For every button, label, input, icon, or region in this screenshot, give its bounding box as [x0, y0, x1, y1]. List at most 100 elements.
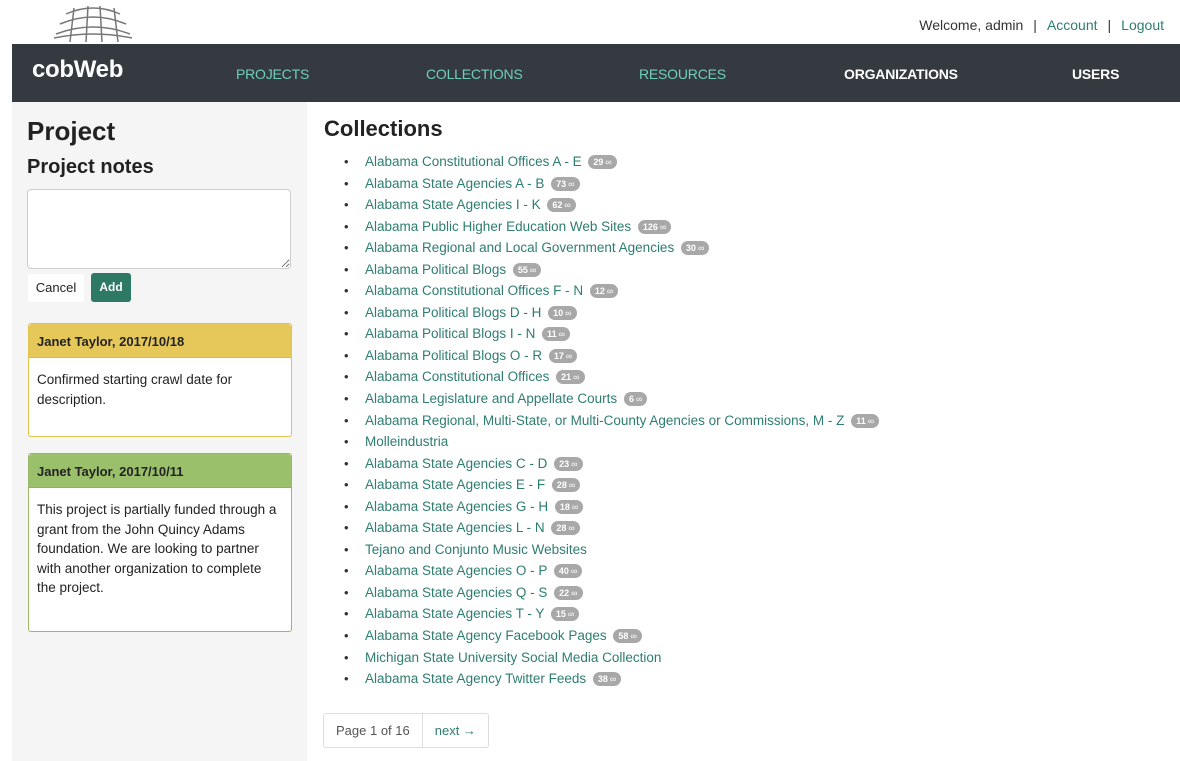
list-item: Alabama Constitutional Offices 21∞: [344, 368, 879, 390]
add-button[interactable]: Add: [91, 273, 131, 302]
collection-link[interactable]: Alabama State Agencies E - F: [365, 477, 545, 492]
list-item: Michigan State University Social Media C…: [344, 649, 879, 671]
collection-link[interactable]: Alabama Political Blogs: [365, 262, 506, 277]
count-value: 11: [856, 415, 866, 426]
count-badge: 126 ∞: [637, 219, 672, 234]
count-badge: 6 ∞: [623, 392, 648, 407]
nav-organizations[interactable]: ORGANIZATIONS: [844, 66, 958, 82]
note-input[interactable]: [27, 189, 291, 269]
count-badge: 58 ∞: [613, 629, 642, 644]
link-icon: ∞: [609, 674, 617, 685]
link-icon: ∞: [568, 480, 576, 491]
nav-projects[interactable]: PROJECTS: [236, 66, 309, 82]
count-badge: 73 ∞: [551, 176, 580, 191]
link-icon: ∞: [564, 200, 571, 211]
link-icon: ∞: [867, 415, 875, 426]
count-badge: 62 ∞: [547, 198, 576, 213]
pagination: Page 1 of 16 next →: [323, 713, 489, 748]
count-value: 28: [556, 480, 567, 491]
count-value: 38: [597, 674, 608, 685]
collection-link[interactable]: Alabama State Agency Facebook Pages: [365, 628, 607, 643]
list-item: Alabama State Agency Facebook Pages 58∞: [344, 627, 879, 649]
count-badge: 28 ∞: [551, 521, 580, 536]
list-item: Alabama State Agencies C - D 23∞: [344, 455, 879, 477]
collection-link[interactable]: Tejano and Conjunto Music Websites: [365, 542, 587, 557]
account-link[interactable]: Account: [1047, 17, 1098, 33]
collection-link[interactable]: Alabama State Agencies T - Y: [365, 606, 544, 621]
collection-link[interactable]: Alabama State Agencies G - H: [365, 499, 548, 514]
list-item: Alabama Constitutional Offices F - N 12∞: [344, 282, 879, 304]
nav-users[interactable]: USERS: [1072, 66, 1119, 82]
note-card: Janet Taylor, 2017/10/11 This project is…: [28, 453, 292, 632]
collection-link[interactable]: Alabama Public Higher Education Web Site…: [365, 219, 631, 234]
collections-list: Alabama Constitutional Offices A - E 29∞…: [344, 153, 880, 692]
top-bar: Welcome, admin | Account | Logout: [0, 0, 1180, 44]
collection-link[interactable]: Alabama State Agencies O - P: [365, 563, 547, 578]
count-badge: 21 ∞: [556, 370, 585, 385]
collection-link[interactable]: Alabama State Agencies L - N: [365, 520, 545, 535]
count-value: 55: [517, 264, 528, 275]
nav-collections[interactable]: COLLECTIONS: [426, 66, 523, 82]
list-item: Alabama Political Blogs O - R 17∞: [344, 347, 879, 369]
collection-link[interactable]: Alabama Political Blogs D - H: [365, 305, 541, 320]
brand-logo[interactable]: cobWeb: [32, 56, 123, 84]
link-icon: ∞: [571, 458, 578, 469]
list-item: Alabama State Agencies T - Y 15∞: [344, 605, 879, 627]
count-value: 21: [561, 372, 572, 383]
list-item: Alabama Constitutional Offices A - E 29∞: [344, 153, 879, 175]
note-card: Janet Taylor, 2017/10/18 Confirmed start…: [28, 323, 292, 437]
nav-resources[interactable]: RESOURCES: [639, 66, 726, 82]
collection-link[interactable]: Alabama State Agencies I - K: [365, 197, 541, 212]
count-value: 22: [559, 587, 570, 598]
count-badge: 11 ∞: [542, 327, 571, 342]
web-logo-icon[interactable]: [50, 4, 136, 42]
note-text: Confirmed starting crawl date for descri…: [37, 372, 233, 407]
count-value: 23: [559, 458, 570, 469]
link-icon: ∞: [606, 286, 614, 297]
list-item: Alabama State Agencies L - N 28∞: [344, 519, 879, 541]
count-badge: 40 ∞: [553, 564, 583, 579]
collection-link[interactable]: Alabama State Agencies Q - S: [365, 585, 547, 600]
collection-link[interactable]: Alabama Political Blogs O - R: [365, 348, 542, 363]
next-page-button[interactable]: next →: [423, 714, 488, 747]
collection-link[interactable]: Alabama Constitutional Offices F - N: [365, 283, 583, 298]
link-icon: ∞: [573, 372, 580, 383]
cancel-button[interactable]: Cancel: [28, 274, 84, 302]
count-value: 11: [547, 329, 557, 340]
link-icon: ∞: [659, 221, 667, 232]
count-value: 40: [558, 566, 569, 577]
count-badge: 55 ∞: [512, 262, 542, 277]
collection-link[interactable]: Michigan State University Social Media C…: [365, 650, 661, 665]
count-value: 12: [594, 286, 605, 297]
count-value: 28: [556, 523, 567, 534]
collection-link[interactable]: Alabama Legislature and Appellate Courts: [365, 391, 617, 406]
count-value: 73: [556, 178, 567, 189]
collection-link[interactable]: Alabama Constitutional Offices: [365, 369, 549, 384]
collection-link[interactable]: Molleindustria: [365, 434, 448, 449]
collection-link[interactable]: Alabama Political Blogs I - N: [365, 326, 535, 341]
link-icon: ∞: [568, 523, 575, 534]
link-icon: ∞: [605, 157, 612, 167]
page-indicator: Page 1 of 16: [324, 714, 423, 747]
link-icon: ∞: [570, 566, 578, 577]
collection-link[interactable]: Alabama State Agencies A - B: [365, 176, 544, 191]
count-badge: 30 ∞: [680, 241, 710, 256]
link-icon: ∞: [558, 329, 566, 340]
list-item: Alabama Political Blogs D - H 10∞: [344, 304, 879, 326]
collection-link[interactable]: Alabama State Agency Twitter Feeds: [365, 671, 586, 686]
collection-link[interactable]: Alabama Regional, Multi-State, or Multi-…: [365, 413, 844, 428]
list-item: Alabama Political Blogs 55∞: [344, 261, 879, 283]
list-item: Alabama Regional and Local Government Ag…: [344, 239, 879, 261]
count-badge: 28 ∞: [551, 478, 581, 493]
count-badge: 17 ∞: [548, 348, 578, 363]
list-item: Alabama State Agencies E - F 28∞: [344, 476, 879, 498]
collection-link[interactable]: Alabama Constitutional Offices A - E: [365, 154, 582, 169]
separator: |: [1033, 17, 1037, 33]
link-icon: ∞: [571, 587, 578, 598]
project-notes-heading: Project notes: [27, 156, 154, 178]
collections-title: Collections: [324, 116, 443, 141]
list-item: Alabama State Agency Twitter Feeds 38∞: [344, 670, 879, 692]
collection-link[interactable]: Alabama State Agencies C - D: [365, 456, 547, 471]
logout-link[interactable]: Logout: [1121, 17, 1164, 33]
collection-link[interactable]: Alabama Regional and Local Government Ag…: [365, 240, 674, 255]
